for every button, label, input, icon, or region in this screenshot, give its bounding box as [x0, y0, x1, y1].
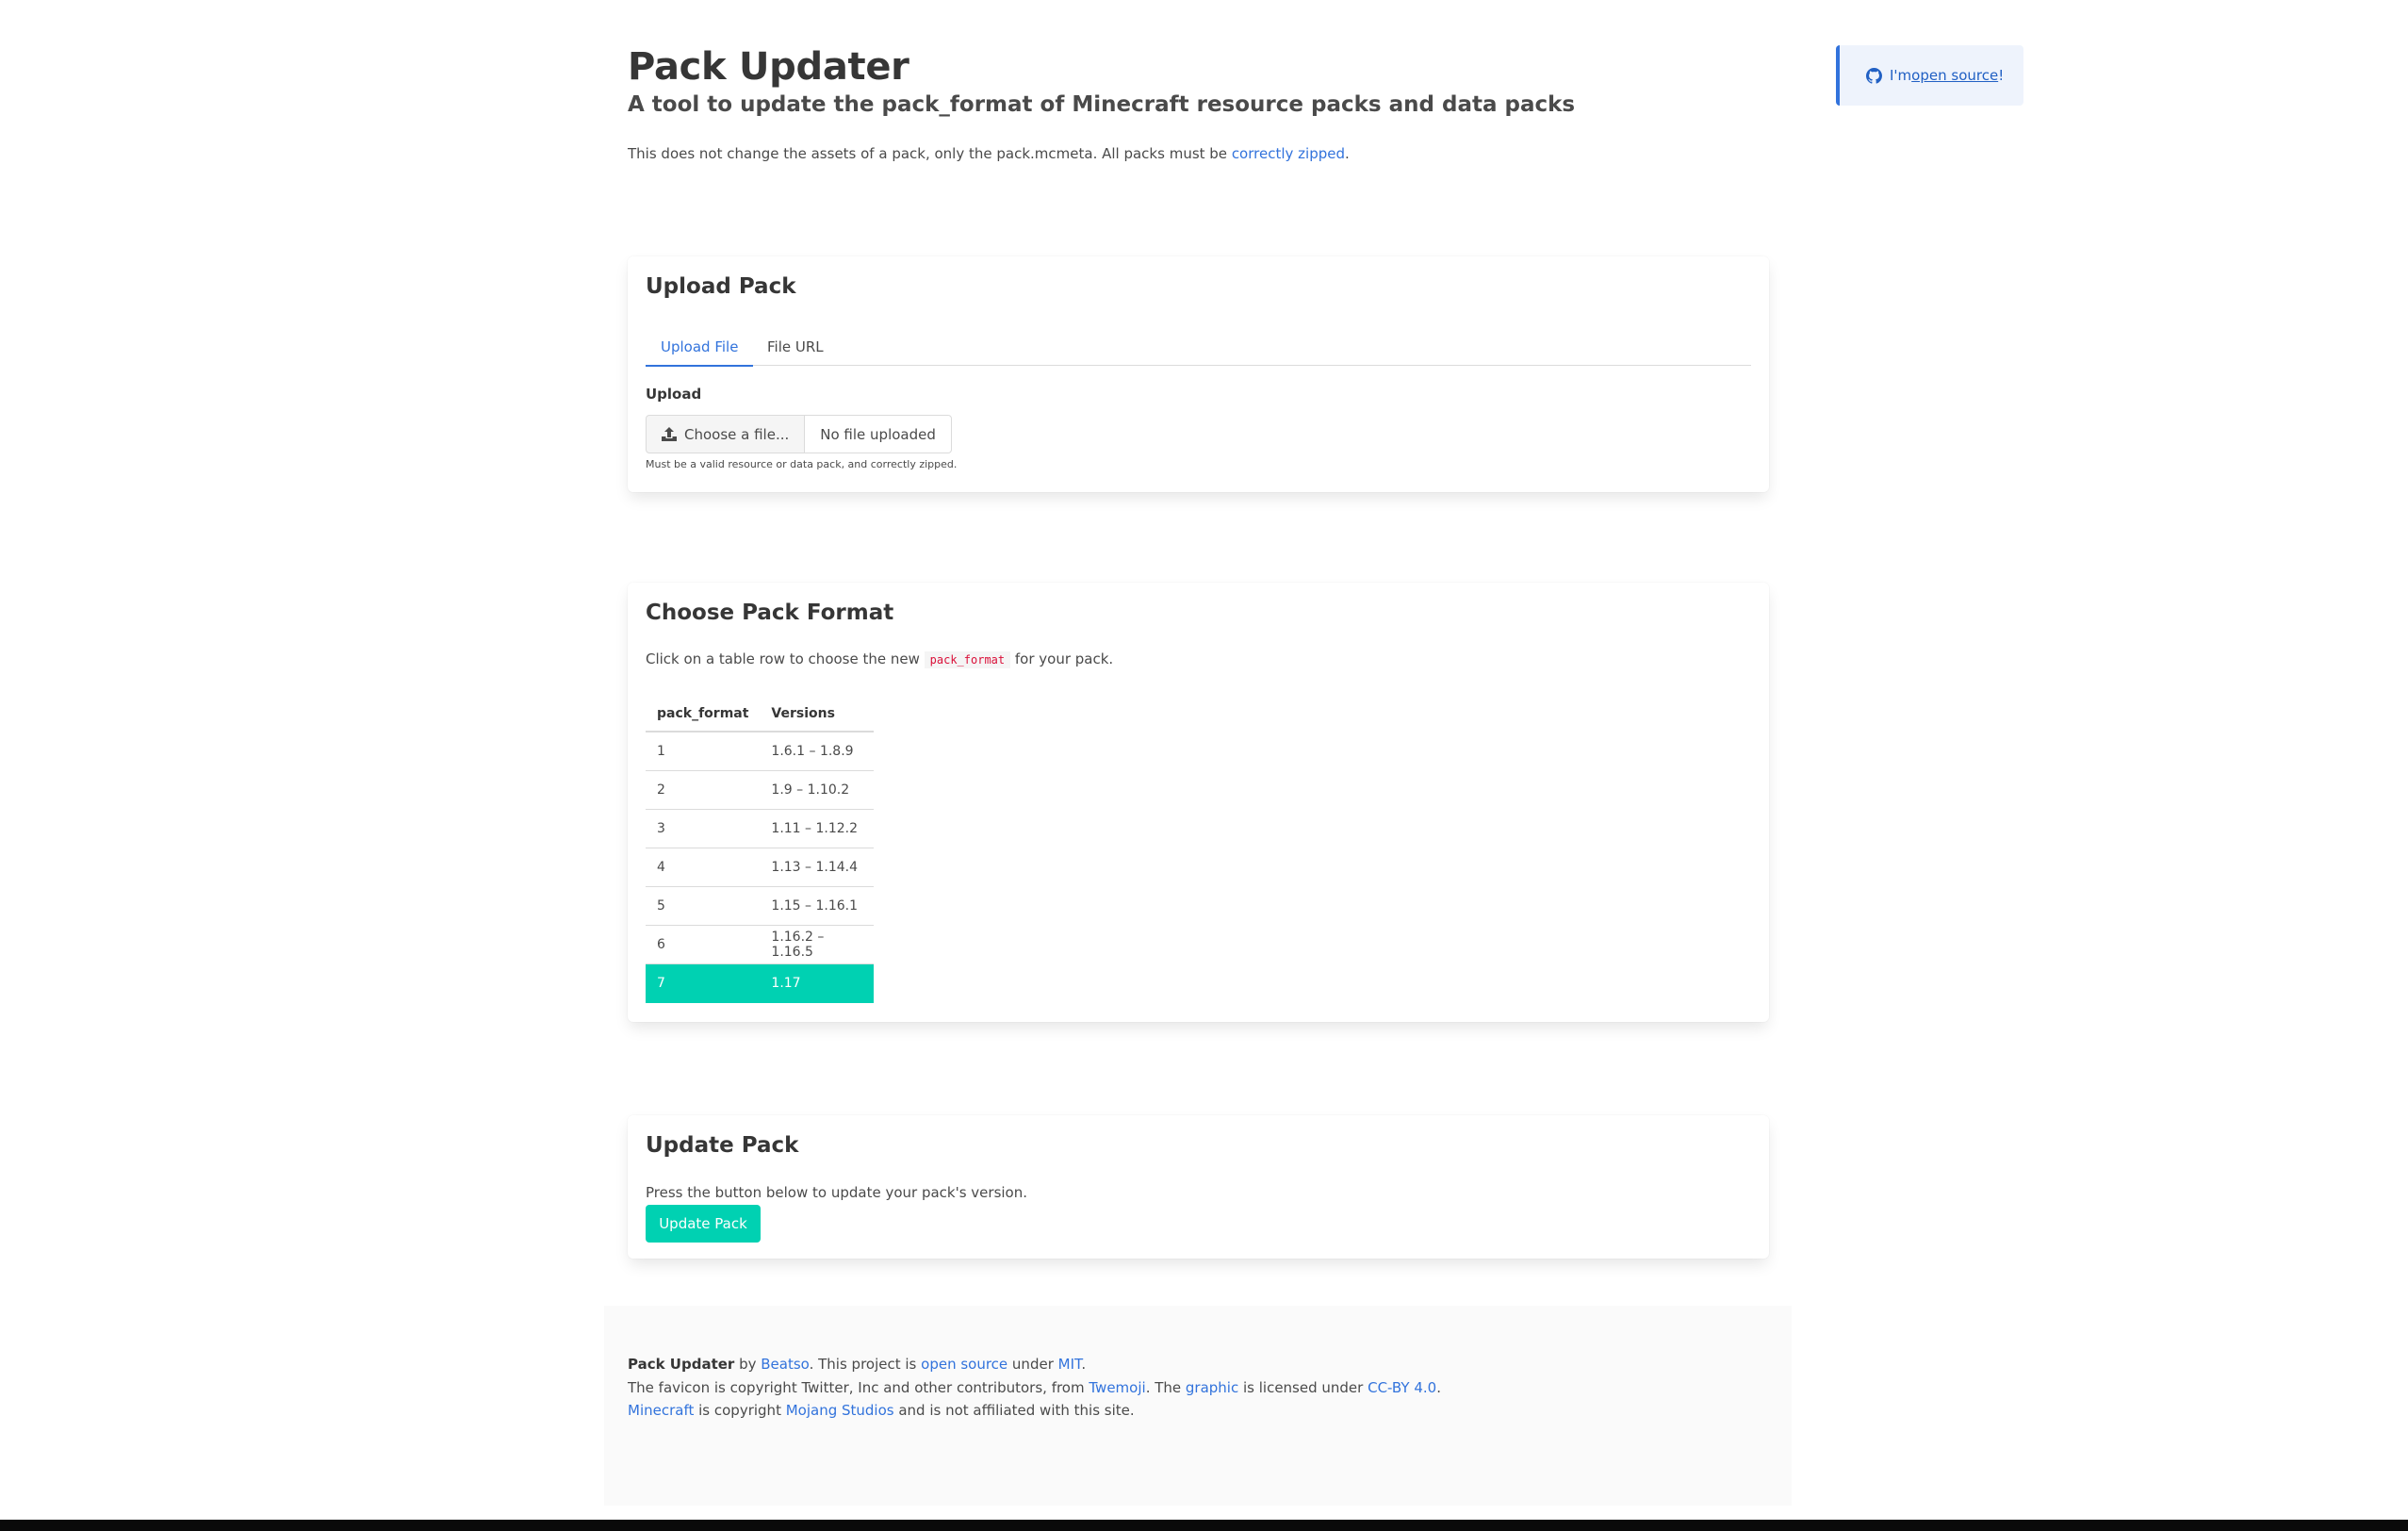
intro-note: This does not change the assets of a pac…	[628, 145, 1350, 162]
update-pack-box: Update Pack Press the button below to up…	[628, 1115, 1769, 1259]
file-upload-input[interactable]: Choose a file... No file uploaded	[646, 415, 952, 453]
pack-format-cell: 3	[646, 809, 761, 848]
correctly-zipped-link[interactable]: correctly zipped	[1232, 145, 1345, 162]
upload-pack-box: Upload Pack Upload File File URL Upload …	[628, 256, 1769, 492]
table-row[interactable]: 4 1.13 – 1.14.4	[646, 848, 874, 887]
table-row-selected[interactable]: 7 1.17	[646, 963, 874, 1003]
github-icon	[1866, 67, 1882, 84]
beatso-link[interactable]: Beatso	[761, 1356, 809, 1373]
page: Pack Updater A tool to update the pack_f…	[0, 0, 2408, 1520]
cc-by-link[interactable]: CC-BY 4.0	[1368, 1379, 1436, 1396]
upload-pack-title: Upload Pack	[646, 274, 796, 299]
graphic-link[interactable]: graphic	[1186, 1379, 1238, 1396]
tab-upload-file[interactable]: Upload File	[646, 328, 754, 367]
table-row[interactable]: 3 1.11 – 1.12.2	[646, 809, 874, 848]
versions-cell: 1.6.1 – 1.8.9	[760, 732, 874, 771]
table-row[interactable]: 5 1.15 – 1.16.1	[646, 886, 874, 926]
choose-file-label: Choose a file...	[684, 425, 790, 443]
upload-tabs: Upload File File URL	[646, 328, 1751, 367]
footer-line-minecraft: Minecraft is copyright Mojang Studios an…	[628, 1402, 1135, 1419]
pack-format-table: pack_format Versions 1 1.6.1 – 1.8.9 2 1.9…	[646, 696, 874, 1003]
upload-icon	[662, 427, 677, 441]
page-subtitle: A tool to update the pack_format of Mine…	[628, 92, 1576, 117]
table-row[interactable]: 6 1.16.2 – 1.16.5	[646, 925, 874, 964]
versions-cell: 1.9 – 1.10.2	[760, 770, 874, 810]
github-notice: I'm open source!	[1836, 45, 2023, 106]
format-description: Click on a table row to choose the new p…	[646, 650, 1114, 668]
file-name-display: No file uploaded	[805, 415, 952, 453]
update-pack-title: Update Pack	[646, 1133, 799, 1158]
footer-line-favicon: The favicon is copyright Twitter, Inc an…	[628, 1378, 1441, 1396]
column-header-pack-format: pack_format	[646, 696, 761, 733]
table-row[interactable]: 1 1.6.1 – 1.8.9	[646, 732, 874, 771]
pack-format-cell: 1	[646, 732, 761, 771]
update-pack-button[interactable]: Update Pack	[646, 1205, 761, 1243]
upload-field-label: Upload	[646, 386, 702, 403]
versions-cell: 1.17	[760, 963, 874, 1003]
table-header-row: pack_format Versions	[646, 696, 874, 733]
footer: Pack Updater by Beatso. This project is …	[604, 1306, 1792, 1506]
tab-file-url[interactable]: File URL	[752, 328, 839, 366]
pack-format-cell: 6	[646, 925, 761, 964]
mojang-link[interactable]: Mojang Studios	[786, 1402, 894, 1419]
pack-format-code: pack_format	[924, 651, 1011, 668]
versions-cell: 1.16.2 – 1.16.5	[760, 925, 874, 964]
twemoji-link[interactable]: Twemoji	[1089, 1379, 1145, 1396]
versions-cell: 1.15 – 1.16.1	[760, 886, 874, 926]
update-description: Press the button below to update your pa…	[646, 1184, 1028, 1201]
page-title: Pack Updater	[628, 45, 909, 89]
minecraft-link[interactable]: Minecraft	[628, 1402, 694, 1419]
pack-format-cell: 7	[646, 963, 761, 1003]
pack-format-cell: 5	[646, 886, 761, 926]
table-row[interactable]: 2 1.9 – 1.10.2	[646, 770, 874, 810]
footer-line-credits: Pack Updater by Beatso. This project is …	[628, 1356, 1087, 1373]
open-source-link[interactable]: open source	[1911, 67, 1998, 84]
pack-format-cell: 2	[646, 770, 761, 810]
pack-format-cell: 4	[646, 848, 761, 887]
choose-pack-format-title: Choose Pack Format	[646, 601, 894, 625]
choose-file-button[interactable]: Choose a file...	[646, 415, 806, 453]
versions-cell: 1.13 – 1.14.4	[760, 848, 874, 887]
mit-license-link[interactable]: MIT	[1058, 1356, 1082, 1373]
column-header-versions: Versions	[760, 696, 874, 733]
upload-help-text: Must be a valid resource or data pack, a…	[646, 458, 958, 470]
footer-open-source-link[interactable]: open source	[921, 1356, 1007, 1373]
bottom-bar	[0, 1520, 2408, 1531]
footer-text: Pack Updater by Beatso. This project is …	[628, 1353, 1441, 1423]
choose-pack-format-box: Choose Pack Format Click on a table row …	[628, 583, 1769, 1022]
versions-cell: 1.11 – 1.12.2	[760, 809, 874, 848]
